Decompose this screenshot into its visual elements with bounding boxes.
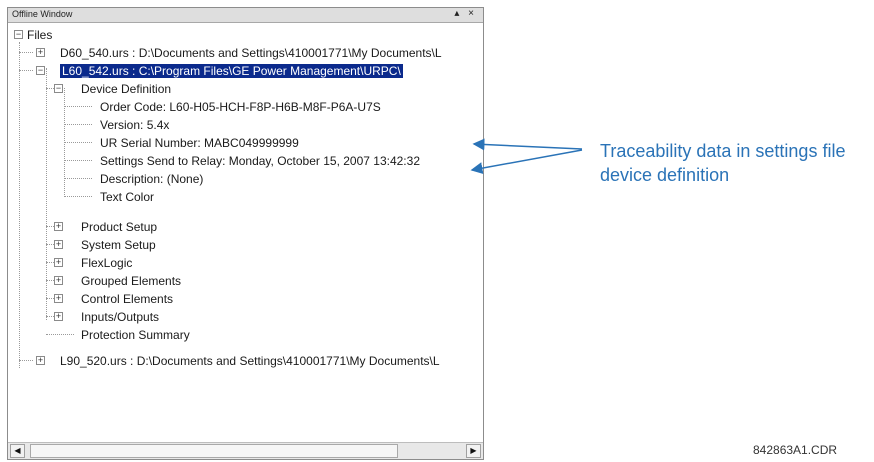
- figure-id: 842863A1.CDR: [753, 443, 838, 457]
- arrow-line: [472, 138, 583, 151]
- callout-arrows: [470, 138, 583, 175]
- callout-text: Traceability data in settings file devic…: [600, 141, 846, 185]
- arrow-line: [470, 149, 583, 175]
